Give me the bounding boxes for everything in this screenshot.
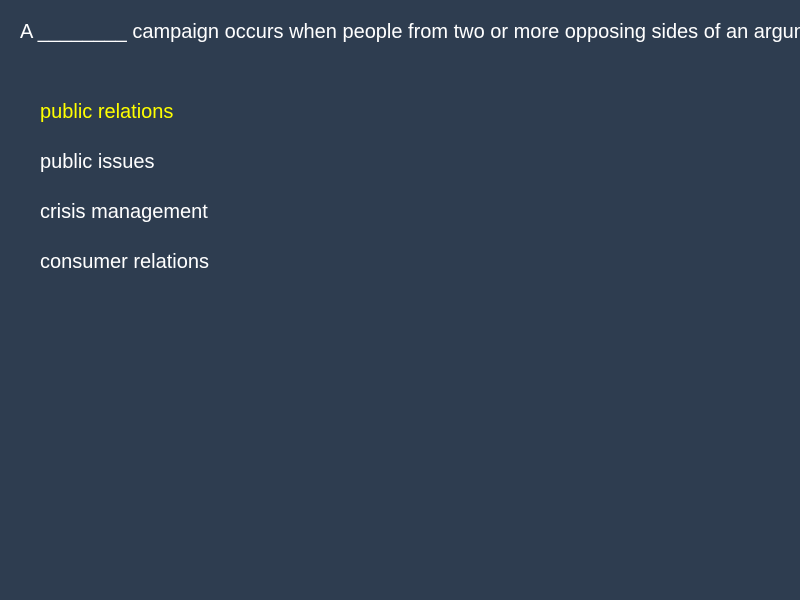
question-text: A ________ campaign occurs when people f…: [20, 21, 800, 43]
answer-option-public-issues[interactable]: public issues: [40, 150, 209, 200]
answer-list: public relations public issues crisis ma…: [40, 100, 209, 300]
answer-option-consumer-relations[interactable]: consumer relations: [40, 250, 209, 300]
answer-option-crisis-management[interactable]: crisis management: [40, 200, 209, 250]
answer-option-public-relations[interactable]: public relations: [40, 100, 209, 150]
